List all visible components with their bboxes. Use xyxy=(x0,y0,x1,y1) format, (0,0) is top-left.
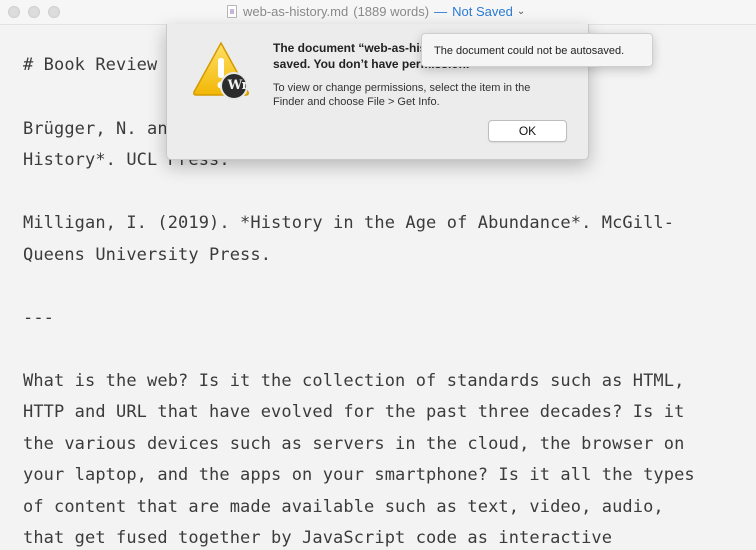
window-title[interactable]: web-as-history.md (1889 words) — Not Sav… xyxy=(227,4,525,19)
editor-line: Queens University Press. xyxy=(23,245,272,265)
ok-button[interactable]: OK xyxy=(488,120,567,142)
autosave-tooltip: The document could not be autosaved. xyxy=(421,33,653,67)
editor-line: that get fused together by JavaScript co… xyxy=(23,528,613,548)
editor-line: # Book Review xyxy=(23,55,158,75)
minimize-window-button[interactable] xyxy=(28,6,40,18)
editor-line: Milligan, I. (2019). *History in the Age… xyxy=(23,213,675,233)
editor-line: your laptop, and the apps on your smartp… xyxy=(23,465,695,485)
title-separator: — xyxy=(434,4,448,19)
app-badge-icon: Wr xyxy=(227,78,249,93)
window-titlebar: web-as-history.md (1889 words) — Not Sav… xyxy=(0,0,756,25)
editor-line: the various devices such as servers in t… xyxy=(23,434,685,454)
editor-line: of content that are made available such … xyxy=(23,497,664,517)
filename: web-as-history.md xyxy=(243,4,349,19)
word-count: (1889 words) xyxy=(353,4,430,19)
save-status: Not Saved xyxy=(452,4,513,19)
editor-line: HTTP and URL that have evolved for the p… xyxy=(23,402,685,422)
editor-line: What is the web? Is it the collection of… xyxy=(23,371,685,391)
chevron-down-icon[interactable]: ⌄ xyxy=(517,6,525,17)
zoom-window-button[interactable] xyxy=(48,6,60,18)
close-window-button[interactable] xyxy=(8,6,20,18)
alert-message: To view or change permissions, select th… xyxy=(273,82,531,108)
document-icon xyxy=(227,5,237,18)
editor-line: --- xyxy=(23,308,55,328)
